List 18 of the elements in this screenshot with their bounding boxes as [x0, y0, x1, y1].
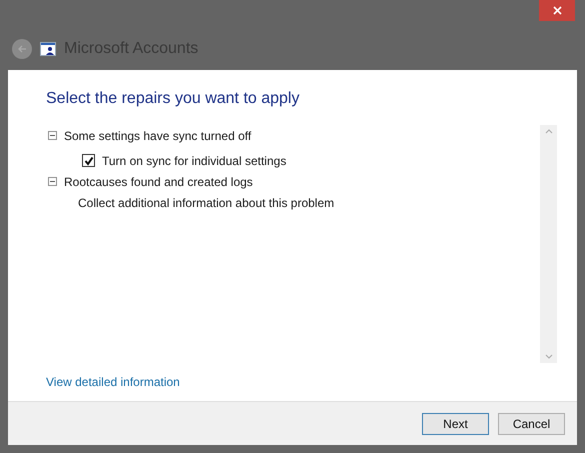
- details-link[interactable]: View detailed information: [46, 375, 180, 389]
- collapse-toggle[interactable]: [48, 177, 57, 186]
- checkbox[interactable]: [82, 154, 95, 167]
- dialog-button[interactable]: Next: [422, 412, 489, 434]
- back-arrow-icon: [17, 44, 27, 54]
- checkbox-label: Turn on sync for individual settings: [102, 154, 286, 168]
- minus-icon: [49, 178, 56, 185]
- collapse-toggle[interactable]: [48, 131, 57, 140]
- tree-item: Collect additional information about this problem: [78, 196, 334, 210]
- page-heading: Select the repairs you want to apply: [46, 90, 300, 108]
- close-button[interactable]: [539, 0, 575, 21]
- tree-item[interactable]: Rootcauses found and created logs: [64, 174, 253, 188]
- minus-icon: [49, 132, 56, 139]
- app-window-icon: [40, 42, 56, 56]
- tree-item[interactable]: Some settings have sync turned off: [64, 128, 252, 142]
- close-icon: [552, 6, 562, 15]
- back-button[interactable]: [12, 39, 32, 59]
- dialog-button[interactable]: Cancel: [498, 412, 565, 434]
